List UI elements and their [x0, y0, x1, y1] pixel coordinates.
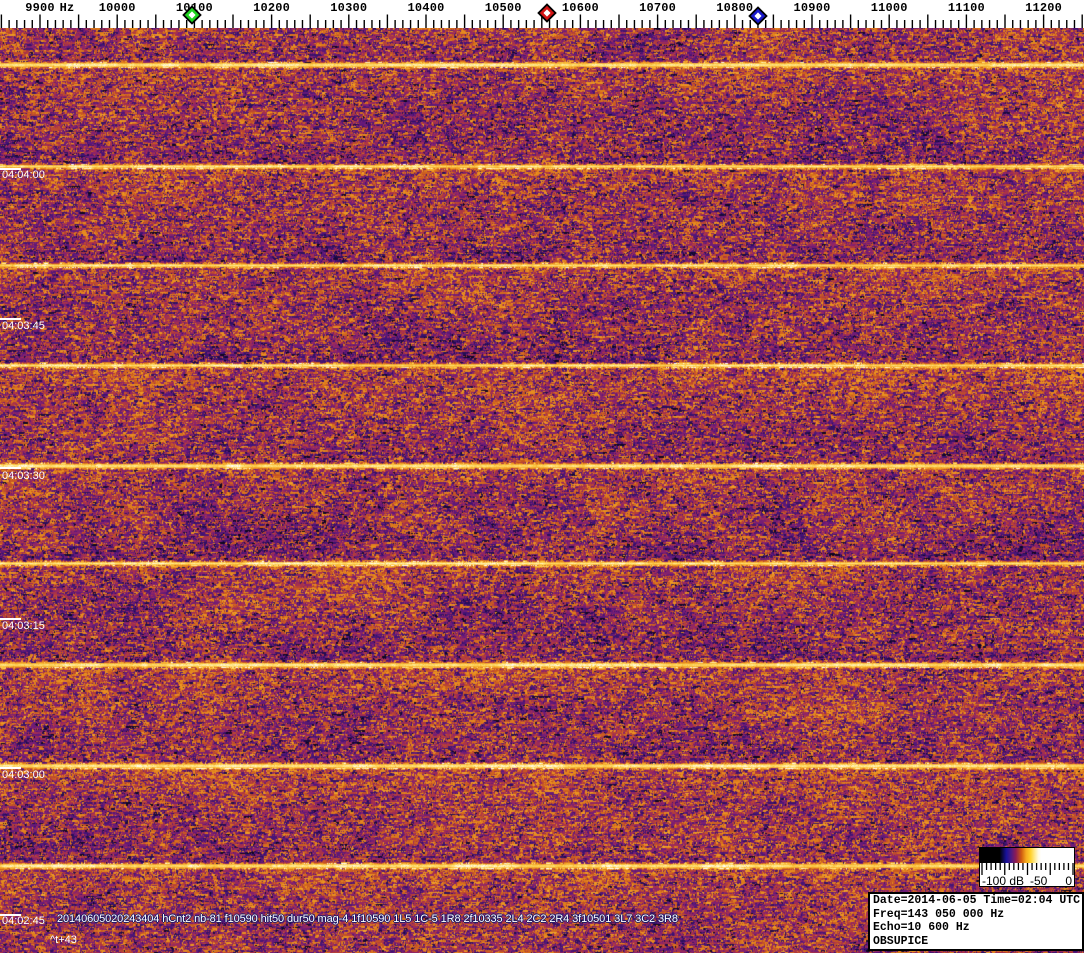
svg-text:11000: 11000	[871, 1, 908, 15]
svg-text:10800: 10800	[716, 1, 753, 15]
svg-text:10700: 10700	[639, 1, 676, 15]
svg-text:10300: 10300	[330, 1, 367, 15]
svg-text:10000: 10000	[99, 1, 136, 15]
svg-text:11200: 11200	[1025, 1, 1062, 15]
svg-text:10600: 10600	[562, 1, 599, 15]
svg-text:10900: 10900	[793, 1, 830, 15]
svg-text:11100: 11100	[948, 1, 985, 15]
svg-text:Hz: Hz	[60, 1, 75, 15]
svg-text:10500: 10500	[485, 1, 522, 15]
svg-text:9900: 9900	[25, 1, 55, 15]
svg-text:10200: 10200	[253, 1, 290, 15]
svg-text:10400: 10400	[407, 1, 444, 15]
